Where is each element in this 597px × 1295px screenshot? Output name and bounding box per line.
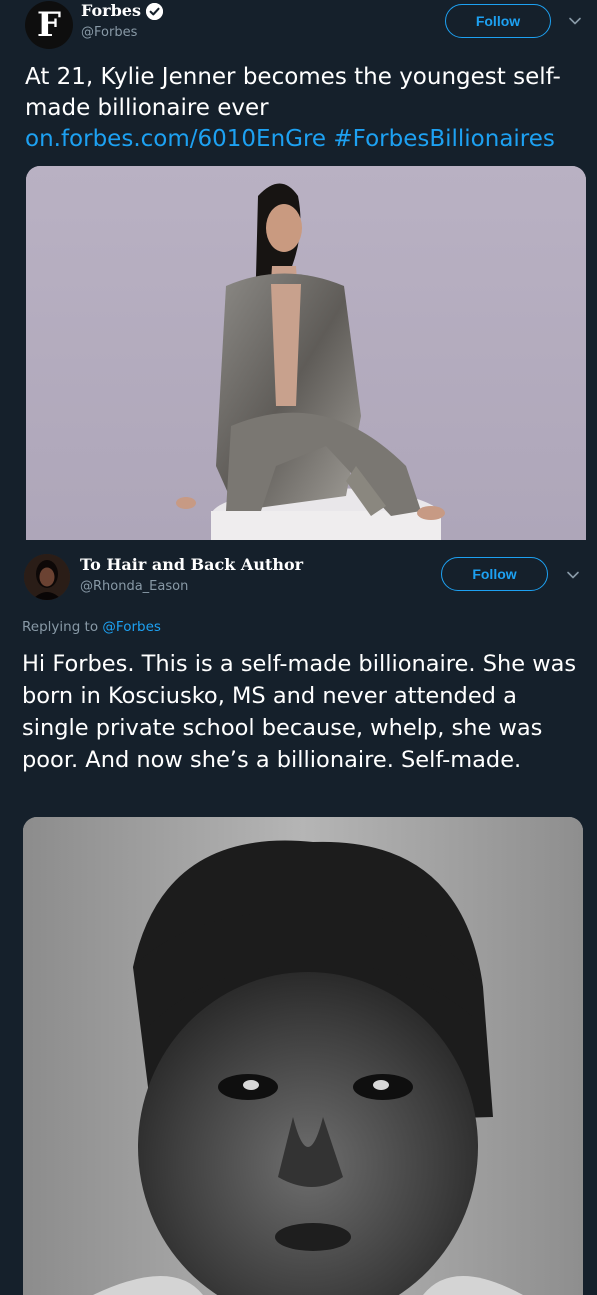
chevron-down-icon[interactable] [568, 14, 582, 28]
tweet-link[interactable]: on.forbes.com/6010EnGre [25, 126, 326, 152]
follow-button[interactable]: Follow [441, 557, 548, 591]
display-name[interactable]: To Hair and Back Author [80, 555, 303, 574]
display-name[interactable]: Forbes [81, 1, 141, 20]
hashtag-link[interactable]: #ForbesBillionaires [333, 126, 555, 152]
verified-badge-icon [146, 3, 163, 20]
tweet-reply: To Hair and Back Author @Rhonda_Eason Fo… [0, 540, 597, 1295]
mention-link[interactable]: @Forbes [102, 619, 161, 635]
handle[interactable]: @Rhonda_Eason [80, 579, 188, 594]
tweet-body: At 21, Kylie Jenner becomes the youngest… [25, 64, 561, 121]
photo-child-portrait [23, 817, 583, 1295]
avatar-letter: F [36, 5, 62, 45]
replying-to: Replying to @Forbes [22, 619, 161, 635]
replying-prefix: Replying to [22, 619, 99, 635]
handle[interactable]: @Forbes [81, 25, 137, 40]
tweet-text: At 21, Kylie Jenner becomes the youngest… [25, 62, 585, 155]
tweet-text: Hi Forbes. This is a self-made billionai… [22, 651, 577, 773]
follow-button[interactable]: Follow [445, 4, 551, 38]
tweet-photo[interactable] [26, 166, 586, 540]
photo-woman-seated [26, 166, 586, 540]
tweet-photo[interactable] [23, 817, 583, 1295]
avatar[interactable]: F [25, 1, 73, 49]
tweet-forbes: F Forbes @Forbes Follow At 21, Kylie Jen… [0, 0, 597, 540]
avatar[interactable] [24, 554, 70, 600]
chevron-down-icon[interactable] [566, 568, 580, 582]
avatar-photo [24, 554, 70, 600]
